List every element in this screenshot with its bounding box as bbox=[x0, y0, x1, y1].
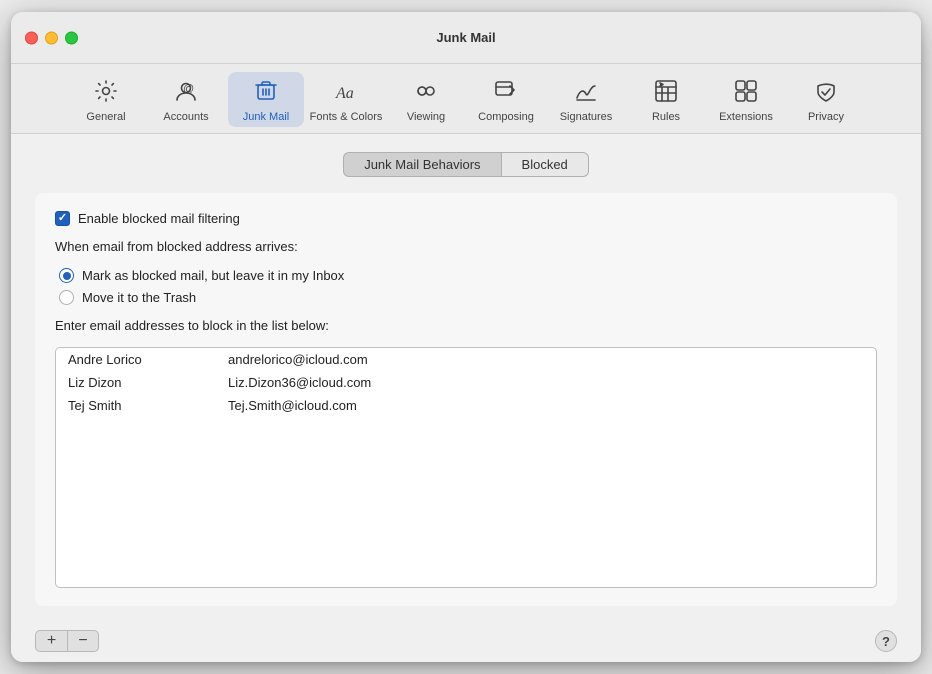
toolbar-viewing[interactable]: Viewing bbox=[388, 72, 464, 127]
when-label-row: When email from blocked address arrives: bbox=[55, 238, 877, 256]
privacy-icon bbox=[813, 78, 839, 108]
main-window: Junk Mail General @ Accounts bbox=[11, 12, 921, 662]
list-label: Enter email addresses to block in the li… bbox=[55, 318, 329, 333]
email-addr-0: andrelorico@icloud.com bbox=[228, 352, 864, 367]
rules-icon bbox=[653, 78, 679, 108]
toolbar-accounts-label: Accounts bbox=[163, 111, 208, 123]
signatures-icon bbox=[573, 78, 599, 108]
email-name-2: Tej Smith bbox=[68, 398, 228, 413]
radio-trash-button[interactable] bbox=[59, 290, 74, 305]
toolbar-composing[interactable]: Composing bbox=[468, 72, 544, 127]
composing-icon bbox=[493, 78, 519, 108]
email-name-1: Liz Dizon bbox=[68, 375, 228, 390]
email-list[interactable]: Andre Lorico andrelorico@icloud.com Liz … bbox=[55, 347, 877, 588]
enable-filter-label: Enable blocked mail filtering bbox=[78, 211, 240, 226]
table-row[interactable]: Andre Lorico andrelorico@icloud.com bbox=[56, 348, 876, 371]
remove-button[interactable]: − bbox=[67, 630, 99, 652]
traffic-lights bbox=[25, 31, 78, 44]
svg-text:Aa: Aa bbox=[335, 85, 354, 102]
maximize-button[interactable] bbox=[65, 31, 78, 44]
segment-blocked[interactable]: Blocked bbox=[501, 152, 589, 177]
radio-trash-label: Move it to the Trash bbox=[82, 290, 196, 305]
toolbar-rules[interactable]: Rules bbox=[628, 72, 704, 127]
radio-mark-button[interactable] bbox=[59, 268, 74, 283]
toolbar-general-label: General bbox=[86, 111, 125, 123]
enable-filter-checkbox[interactable] bbox=[55, 211, 70, 226]
list-label-row: Enter email addresses to block in the li… bbox=[55, 317, 877, 335]
close-button[interactable] bbox=[25, 31, 38, 44]
radio-trash[interactable]: Move it to the Trash bbox=[59, 290, 877, 305]
add-button[interactable]: + bbox=[35, 630, 67, 652]
content-area: Junk Mail Behaviors Blocked Enable block… bbox=[11, 134, 921, 622]
toolbar-privacy[interactable]: Privacy bbox=[788, 72, 864, 127]
toolbar-junk-label: Junk Mail bbox=[243, 111, 289, 123]
email-addr-2: Tej.Smith@icloud.com bbox=[228, 398, 864, 413]
table-row[interactable]: Liz Dizon Liz.Dizon36@icloud.com bbox=[56, 371, 876, 394]
toolbar-extensions[interactable]: Extensions bbox=[708, 72, 784, 127]
table-row[interactable]: Tej Smith Tej.Smith@icloud.com bbox=[56, 394, 876, 417]
settings-panel: Enable blocked mail filtering When email… bbox=[35, 193, 897, 606]
toolbar-extensions-label: Extensions bbox=[719, 111, 773, 123]
toolbar-accounts[interactable]: @ Accounts bbox=[148, 72, 224, 127]
toolbar-rules-label: Rules bbox=[652, 111, 680, 123]
title-bar: Junk Mail bbox=[11, 12, 921, 64]
toolbar-general[interactable]: General bbox=[68, 72, 144, 127]
radio-mark-label: Mark as blocked mail, but leave it in my… bbox=[82, 268, 344, 283]
toolbar-viewing-label: Viewing bbox=[407, 111, 445, 123]
toolbar-privacy-label: Privacy bbox=[808, 111, 844, 123]
toolbar-fonts-label: Fonts & Colors bbox=[310, 111, 383, 123]
enable-filter-row[interactable]: Enable blocked mail filtering bbox=[55, 211, 877, 226]
radio-mark-inner bbox=[63, 272, 71, 280]
window-title: Junk Mail bbox=[436, 30, 495, 45]
email-name-0: Andre Lorico bbox=[68, 352, 228, 367]
add-remove-group: + − bbox=[35, 630, 99, 652]
svg-text:@: @ bbox=[183, 83, 194, 95]
general-icon bbox=[93, 78, 119, 108]
toolbar-composing-label: Composing bbox=[478, 111, 534, 123]
accounts-icon: @ bbox=[173, 78, 199, 108]
toolbar-fonts[interactable]: Aa Fonts & Colors bbox=[308, 72, 384, 127]
segment-junk-behaviors[interactable]: Junk Mail Behaviors bbox=[343, 152, 500, 177]
toolbar: General @ Accounts bbox=[11, 64, 921, 134]
segmented-control: Junk Mail Behaviors Blocked bbox=[35, 152, 897, 177]
junk-mail-icon bbox=[253, 78, 279, 108]
viewing-icon bbox=[413, 78, 439, 108]
when-label: When email from blocked address arrives: bbox=[55, 239, 298, 254]
help-button[interactable]: ? bbox=[875, 630, 897, 652]
email-addr-1: Liz.Dizon36@icloud.com bbox=[228, 375, 864, 390]
toolbar-junk-mail[interactable]: Junk Mail bbox=[228, 72, 304, 127]
bottom-bar: + − ? bbox=[11, 622, 921, 662]
minimize-button[interactable] bbox=[45, 31, 58, 44]
toolbar-signatures[interactable]: Signatures bbox=[548, 72, 624, 127]
radio-group: Mark as blocked mail, but leave it in my… bbox=[55, 268, 877, 305]
radio-mark[interactable]: Mark as blocked mail, but leave it in my… bbox=[59, 268, 877, 283]
toolbar-signatures-label: Signatures bbox=[560, 111, 613, 123]
fonts-icon: Aa bbox=[333, 78, 359, 108]
extensions-icon bbox=[733, 78, 759, 108]
